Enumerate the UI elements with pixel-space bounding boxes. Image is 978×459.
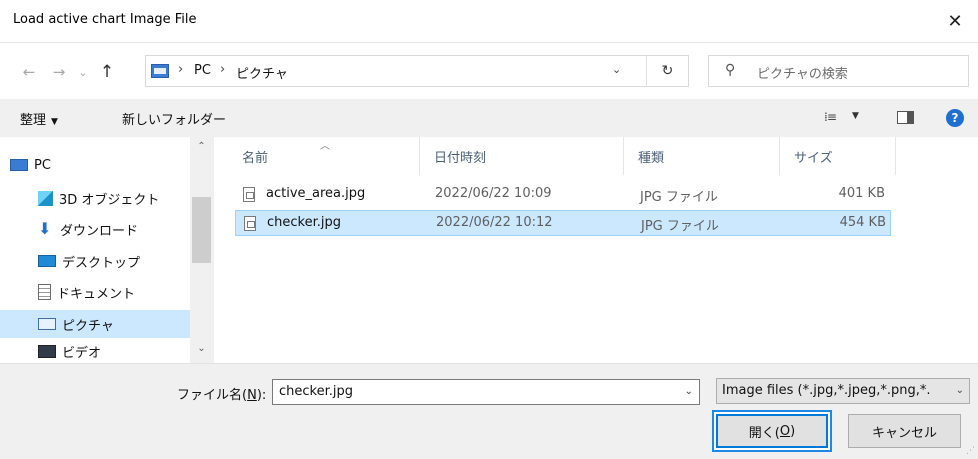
nav-pane-scrollbar[interactable]: ⌃ ⌄ [190,137,213,363]
filename-field[interactable]: checker.jpg ⌄ [272,379,700,405]
pc-icon [10,159,28,171]
sidebar-item-label: ビデオ [62,345,102,361]
search-box[interactable]: ⚲ ピクチャの検索 [708,55,969,87]
sidebar-item-label: ダウンロード [60,223,139,239]
navigation-bar: ← → ⌄ ↑ › PC › ピクチャ ⌄ ↻ ⚲ ピクチャの検索 [0,43,978,99]
sidebar-item-label: PC [34,157,51,173]
search-icon: ⚲ [725,62,736,78]
file-date: 2022/06/22 10:12 [436,215,553,230]
file-size: 454 KB [839,215,886,230]
filter-dropdown-chevron-icon[interactable]: ⌄ [956,385,964,396]
filename-accesskey: N [247,388,257,403]
file-name: active_area.jpg [266,186,366,201]
file-row-active-area[interactable]: active_area.jpg 2022/06/22 10:09 JPG ファイ… [235,182,891,208]
jpg-file-icon [243,187,255,202]
search-input[interactable]: ピクチャの検索 [757,63,848,82]
sidebar-item-label: ドキュメント [57,286,136,302]
sidebar-item-pc[interactable]: PC [0,151,190,179]
sidebar-item-videos[interactable]: ビデオ [0,339,190,363]
jpg-file-icon [244,216,256,231]
window-title: Load active chart Image File [13,12,197,27]
3d-objects-icon [38,190,53,206]
sidebar-item-desktop[interactable]: デスクトップ [0,247,190,275]
refresh-icon[interactable]: ↻ [646,56,688,86]
sidebar-item-pictures[interactable]: ピクチャ [0,310,190,338]
file-dialog: Load active chart Image File ✕ ← → ⌄ ↑ ›… [0,0,978,459]
resize-grip-icon[interactable]: ⋰ [966,446,975,456]
file-row-checker[interactable]: checker.jpg 2022/06/22 10:12 JPG ファイル 45… [235,210,891,236]
documents-icon [38,284,51,300]
sidebar-item-label: デスクトップ [62,255,141,271]
caret-down-icon: ▼ [51,117,58,127]
scrollbar-thumb[interactable] [192,197,211,263]
navigation-pane: PC 3D オブジェクト ⬇ ダウンロード デスクトップ ドキュメント ピクチャ… [0,137,213,363]
view-options-icon[interactable]: ⁞≡ [824,110,837,124]
breadcrumb-separator-icon[interactable]: › [178,62,183,77]
scroll-up-chevron-icon[interactable]: ⌃ [190,141,213,152]
command-bar: 整理 ▼ 新しいフォルダー ⁞≡ ▼ ? [0,99,978,137]
file-size: 401 KB [838,186,885,201]
title-bar: Load active chart Image File ✕ [0,0,978,43]
open-label: 開く( [748,425,780,441]
sidebar-item-documents[interactable]: ドキュメント [0,278,190,306]
breadcrumb-pc[interactable]: PC [194,63,211,78]
address-bar[interactable]: › PC › ピクチャ ⌄ ↻ [145,55,689,87]
videos-icon [38,344,56,358]
download-icon: ⬇ [38,219,52,238]
up-arrow-icon[interactable]: ↑ [96,61,118,83]
pictures-icon [38,318,56,330]
sidebar-item-downloads[interactable]: ⬇ ダウンロード [0,215,190,243]
desktop-icon [38,255,56,267]
recent-locations-chevron-icon[interactable]: ⌄ [72,61,94,83]
scroll-down-chevron-icon[interactable]: ⌄ [190,343,213,354]
new-folder-button[interactable]: 新しいフォルダー [122,109,226,128]
preview-pane-icon[interactable] [897,111,914,124]
file-type: JPG ファイル [641,219,719,234]
sidebar-item-label: 3D オブジェクト [59,192,160,208]
file-type-filter-select[interactable]: Image files (*.jpg,*.jpeg,*.png,*. ⌄ [716,378,970,404]
open-button[interactable]: 開く(O) [716,414,828,448]
open-accesskey: O [779,423,791,439]
file-name: checker.jpg [267,215,341,230]
pc-icon [151,64,169,78]
filename-label-suffix: ): [256,388,267,403]
column-header-name[interactable]: 名前 [228,137,420,175]
filename-label-text: ファイル名( [177,388,248,403]
breadcrumb-separator-icon[interactable]: › [220,62,225,77]
filename-label: ファイル名(N): [177,384,266,403]
address-dropdown-chevron-icon[interactable]: ⌄ [612,63,621,76]
help-icon[interactable]: ? [946,109,964,127]
column-header-date[interactable]: 日付時刻 [420,137,624,175]
forward-arrow-icon[interactable]: → [48,61,70,83]
organize-button[interactable]: 整理 ▼ [20,109,58,128]
column-header-type[interactable]: 種類 [624,137,780,175]
file-date: 2022/06/22 10:09 [435,186,552,201]
file-type: JPG ファイル [640,190,718,205]
sidebar-item-label: ピクチャ [62,318,114,334]
column-header-size[interactable]: サイズ [780,137,896,175]
close-icon[interactable]: ✕ [932,0,978,43]
back-arrow-icon[interactable]: ← [18,61,40,83]
open-label-suffix: ) [790,423,796,439]
file-type-filter-value[interactable]: Image files (*.jpg,*.jpeg,*.png,*. [722,383,950,398]
breadcrumb-pictures[interactable]: ピクチャ [236,63,288,82]
cancel-button[interactable]: キャンセル [848,414,961,448]
sidebar-item-3d-objects[interactable]: 3D オブジェクト [0,184,190,212]
dialog-footer: ファイル名(N): checker.jpg ⌄ Image files (*.j… [0,363,978,459]
view-caret-down-icon[interactable]: ▼ [852,111,859,121]
file-list: ︿ 名前 日付時刻 種類 サイズ active_area.jpg 2022/06… [214,137,978,363]
filename-value[interactable]: checker.jpg [279,384,353,399]
organize-label: 整理 [20,113,47,128]
filename-dropdown-chevron-icon[interactable]: ⌄ [685,386,693,397]
